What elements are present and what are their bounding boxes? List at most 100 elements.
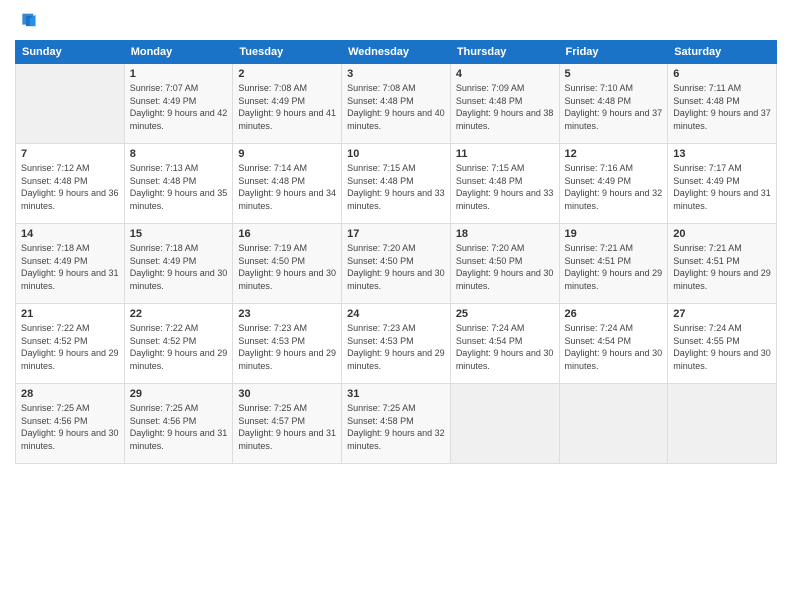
day-cell [668,384,777,464]
day-number: 17 [347,228,445,240]
day-number: 20 [673,228,771,240]
day-info: Sunrise: 7:15 AMSunset: 4:48 PMDaylight:… [456,162,554,212]
day-info: Sunrise: 7:16 AMSunset: 4:49 PMDaylight:… [565,162,663,212]
week-row-4: 21 Sunrise: 7:22 AMSunset: 4:52 PMDayligh… [16,304,777,384]
day-info: Sunrise: 7:08 AMSunset: 4:48 PMDaylight:… [347,82,445,132]
day-info: Sunrise: 7:23 AMSunset: 4:53 PMDaylight:… [238,322,336,372]
day-cell: 10 Sunrise: 7:15 AMSunset: 4:48 PMDayligh… [342,144,451,224]
day-cell: 30 Sunrise: 7:25 AMSunset: 4:57 PMDayligh… [233,384,342,464]
day-cell: 7Sunrise: 7:12 AMSunset: 4:48 PMDaylight… [16,144,125,224]
day-header-friday: Friday [559,41,668,64]
day-cell: 31Sunrise: 7:25 AMSunset: 4:58 PMDayligh… [342,384,451,464]
day-info: Sunrise: 7:18 AMSunset: 4:49 PMDaylight:… [21,242,119,292]
day-info: Sunrise: 7:14 AMSunset: 4:48 PMDaylight:… [238,162,336,212]
day-cell: 11 Sunrise: 7:15 AMSunset: 4:48 PMDayligh… [450,144,559,224]
day-info: Sunrise: 7:21 AMSunset: 4:51 PMDaylight:… [673,242,771,292]
day-cell: 6Sunrise: 7:11 AMSunset: 4:48 PMDaylight… [668,64,777,144]
day-cell: 21 Sunrise: 7:22 AMSunset: 4:52 PMDayligh… [16,304,125,384]
day-number: 29 [130,388,228,400]
day-info: Sunrise: 7:13 AMSunset: 4:48 PMDaylight:… [130,162,228,212]
day-cell: 25Sunrise: 7:24 AMSunset: 4:54 PMDayligh… [450,304,559,384]
day-header-wednesday: Wednesday [342,41,451,64]
day-cell: 13 Sunrise: 7:17 AMSunset: 4:49 PMDayligh… [668,144,777,224]
day-number: 2 [238,68,336,80]
day-number: 14 [21,228,119,240]
day-number: 25 [456,308,554,320]
day-cell: 24 Sunrise: 7:23 AMSunset: 4:53 PMDayligh… [342,304,451,384]
day-number: 3 [347,68,445,80]
day-info: Sunrise: 7:21 AMSunset: 4:51 PMDaylight:… [565,242,663,292]
day-cell: 4Sunrise: 7:09 AMSunset: 4:48 PMDaylight… [450,64,559,144]
day-number: 22 [130,308,228,320]
day-number: 1 [130,68,228,80]
day-cell: 5 Sunrise: 7:10 AMSunset: 4:48 PMDaylight… [559,64,668,144]
header-row: SundayMondayTuesdayWednesdayThursdayFrid… [16,41,777,64]
day-cell [450,384,559,464]
day-number: 7 [21,148,119,160]
day-info: Sunrise: 7:20 AMSunset: 4:50 PMDaylight:… [347,242,445,292]
day-number: 30 [238,388,336,400]
day-cell: 20 Sunrise: 7:21 AMSunset: 4:51 PMDayligh… [668,224,777,304]
day-info: Sunrise: 7:24 AMSunset: 4:54 PMDaylight:… [565,322,663,372]
logo-icon [15,10,37,32]
day-cell: 14 Sunrise: 7:18 AMSunset: 4:49 PMDayligh… [16,224,125,304]
day-info: Sunrise: 7:10 AMSunset: 4:48 PMDaylight:… [565,82,663,132]
day-info: Sunrise: 7:15 AMSunset: 4:48 PMDaylight:… [347,162,445,212]
day-info: Sunrise: 7:25 AMSunset: 4:58 PMDaylight:… [347,402,445,452]
day-number: 18 [456,228,554,240]
day-info: Sunrise: 7:07 AMSunset: 4:49 PMDaylight:… [130,82,228,132]
week-row-2: 7Sunrise: 7:12 AMSunset: 4:48 PMDaylight… [16,144,777,224]
day-number: 28 [21,388,119,400]
day-cell: 29 Sunrise: 7:25 AMSunset: 4:56 PMDayligh… [124,384,233,464]
day-info: Sunrise: 7:08 AMSunset: 4:49 PMDaylight:… [238,82,336,132]
day-cell: 15Sunrise: 7:18 AMSunset: 4:49 PMDayligh… [124,224,233,304]
week-row-1: 1 Sunrise: 7:07 AMSunset: 4:49 PMDaylight… [16,64,777,144]
day-header-monday: Monday [124,41,233,64]
day-info: Sunrise: 7:22 AMSunset: 4:52 PMDaylight:… [21,322,119,372]
day-info: Sunrise: 7:23 AMSunset: 4:53 PMDaylight:… [347,322,445,372]
day-number: 8 [130,148,228,160]
day-number: 5 [565,68,663,80]
day-number: 26 [565,308,663,320]
day-cell: 28Sunrise: 7:25 AMSunset: 4:56 PMDayligh… [16,384,125,464]
day-number: 10 [347,148,445,160]
day-info: Sunrise: 7:20 AMSunset: 4:50 PMDaylight:… [456,242,554,292]
day-cell: 16Sunrise: 7:19 AMSunset: 4:50 PMDayligh… [233,224,342,304]
day-cell [559,384,668,464]
day-cell: 22Sunrise: 7:22 AMSunset: 4:52 PMDayligh… [124,304,233,384]
logo [15,10,39,32]
day-cell: 2 Sunrise: 7:08 AMSunset: 4:49 PMDaylight… [233,64,342,144]
day-info: Sunrise: 7:19 AMSunset: 4:50 PMDaylight:… [238,242,336,292]
day-number: 23 [238,308,336,320]
day-number: 13 [673,148,771,160]
day-header-saturday: Saturday [668,41,777,64]
day-header-tuesday: Tuesday [233,41,342,64]
day-info: Sunrise: 7:18 AMSunset: 4:49 PMDaylight:… [130,242,228,292]
day-cell: 23 Sunrise: 7:23 AMSunset: 4:53 PMDayligh… [233,304,342,384]
day-number: 6 [673,68,771,80]
day-info: Sunrise: 7:24 AMSunset: 4:55 PMDaylight:… [673,322,771,372]
day-cell: 3 Sunrise: 7:08 AMSunset: 4:48 PMDaylight… [342,64,451,144]
day-cell: 8 Sunrise: 7:13 AMSunset: 4:48 PMDaylight… [124,144,233,224]
day-header-sunday: Sunday [16,41,125,64]
header [15,10,777,32]
day-info: Sunrise: 7:09 AMSunset: 4:48 PMDaylight:… [456,82,554,132]
day-info: Sunrise: 7:17 AMSunset: 4:49 PMDaylight:… [673,162,771,212]
day-cell: 17 Sunrise: 7:20 AMSunset: 4:50 PMDayligh… [342,224,451,304]
day-number: 24 [347,308,445,320]
day-number: 11 [456,148,554,160]
day-info: Sunrise: 7:25 AMSunset: 4:56 PMDaylight:… [130,402,228,452]
day-cell: 9 Sunrise: 7:14 AMSunset: 4:48 PMDaylight… [233,144,342,224]
day-number: 21 [21,308,119,320]
week-row-5: 28 Sunrise: 7:25 AMSunset: 4:56 PMDayligh… [16,384,777,464]
day-cell: 12 Sunrise: 7:16 AMSunset: 4:49 PMDayligh… [559,144,668,224]
week-row-3: 14 Sunrise: 7:18 AMSunset: 4:49 PMDayligh… [16,224,777,304]
day-cell [16,64,125,144]
day-info: Sunrise: 7:25 AMSunset: 4:57 PMDaylight:… [238,402,336,452]
day-cell: 1 Sunrise: 7:07 AMSunset: 4:49 PMDaylight… [124,64,233,144]
day-cell: 18 Sunrise: 7:20 AMSunset: 4:50 PMDayligh… [450,224,559,304]
day-cell: 27Sunrise: 7:24 AMSunset: 4:55 PMDayligh… [668,304,777,384]
day-number: 12 [565,148,663,160]
day-cell: 26 Sunrise: 7:24 AMSunset: 4:54 PMDayligh… [559,304,668,384]
day-number: 9 [238,148,336,160]
